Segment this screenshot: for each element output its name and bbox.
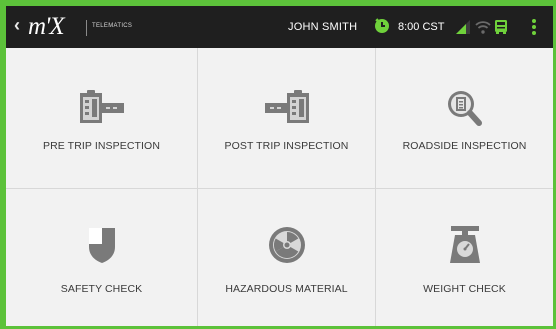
tile-hazardous-material[interactable]: HAZARDOUS MATERIAL [198, 189, 376, 326]
logo-subtitle: TELEMATICS [92, 23, 133, 29]
tile-label: PRE TRIP INSPECTION [42, 140, 161, 152]
app-logo: m'X [28, 13, 65, 40]
inspection-grid: PRE TRIP INSPECTION POST TRIP INSPECTION [6, 48, 553, 326]
clock-icon [375, 18, 389, 33]
post-trip-clipboard-icon [264, 90, 309, 123]
tile-weight-check[interactable]: WEIGHT CHECK [376, 189, 553, 326]
pre-trip-clipboard-icon [79, 90, 124, 123]
signal-icon [456, 20, 470, 34]
tile-post-trip-inspection[interactable]: POST TRIP INSPECTION [198, 48, 376, 189]
back-icon[interactable]: ‹ [14, 15, 20, 36]
logo-divider [86, 20, 87, 36]
tile-label: HAZARDOUS MATERIAL [225, 283, 348, 295]
tile-safety-check[interactable]: SAFETY CHECK [6, 189, 198, 326]
radiation-icon [268, 227, 305, 263]
tile-pre-trip-inspection[interactable]: PRE TRIP INSPECTION [6, 48, 198, 189]
tile-label: WEIGHT CHECK [423, 283, 506, 295]
tile-label: ROADSIDE INSPECTION [402, 140, 527, 152]
wifi-icon [475, 21, 491, 34]
app-screen: ‹ m'X TELEMATICS JOHN SMITH 8:00 CST PRE… [6, 6, 553, 326]
magnifier-document-icon [447, 91, 482, 126]
tile-roadside-inspection[interactable]: ROADSIDE INSPECTION [376, 48, 553, 189]
time-display: 8:00 CST [398, 21, 445, 33]
driver-name[interactable]: JOHN SMITH [288, 21, 357, 33]
top-bar: ‹ m'X TELEMATICS JOHN SMITH 8:00 CST [6, 6, 553, 48]
device-frame: ‹ m'X TELEMATICS JOHN SMITH 8:00 CST PRE… [0, 0, 556, 329]
tile-label: POST TRIP INSPECTION [224, 140, 349, 152]
shield-icon [88, 228, 115, 263]
bus-icon[interactable] [494, 19, 508, 35]
scale-icon [449, 226, 480, 263]
tile-label: SAFETY CHECK [60, 283, 143, 295]
overflow-menu-icon[interactable] [531, 18, 537, 36]
